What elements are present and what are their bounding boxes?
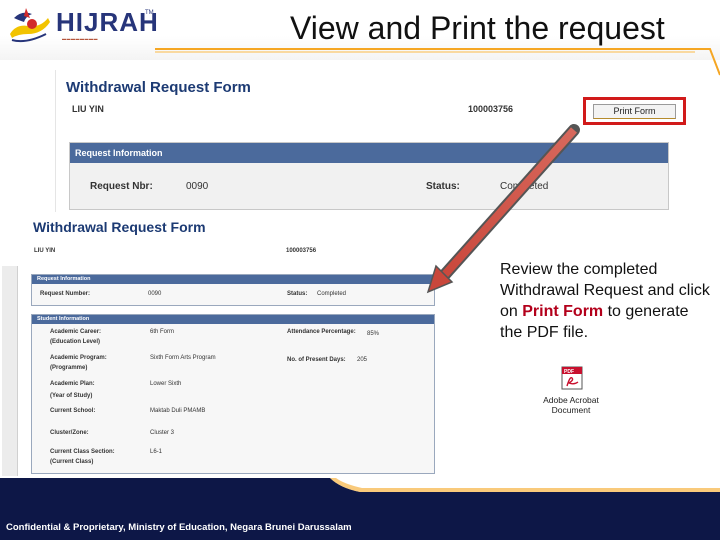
hijrah-logo: HIJRAH TM ▬▬▬▬▬▬▬▬ xyxy=(6,4,159,46)
print-button-highlight: Print Form xyxy=(583,97,686,125)
print-form-button[interactable]: Print Form xyxy=(593,104,676,119)
pdf-student-name: LIU YIN xyxy=(34,248,56,254)
student-id: 100003756 xyxy=(468,104,514,114)
pdf-request-information: Request Information Request Number: 0090… xyxy=(31,274,435,306)
status-value: Completed xyxy=(500,181,549,192)
academic-career-label: Academic Career: xyxy=(50,329,102,335)
instruction-highlight: Print Form xyxy=(522,303,604,320)
attendance-value: 85% xyxy=(367,331,380,337)
viewer-sidebar xyxy=(2,266,18,476)
logo-text: HIJRAH xyxy=(56,7,159,37)
logo-trademark: TM xyxy=(145,10,154,16)
pdf-student-id: 100003756 xyxy=(286,248,317,254)
instruction-text: Review the completed Withdrawal Request … xyxy=(500,259,710,343)
pdf-student-header: Student Information xyxy=(32,315,434,324)
form-screenshot-top: Withdrawal Request Form LIU YIN 10000375… xyxy=(55,70,686,213)
status-label: Status: xyxy=(426,181,460,192)
academic-plan-sub: (Year of Study) xyxy=(50,393,93,399)
form-title: Withdrawal Request Form xyxy=(66,79,251,96)
academic-program-value: Sixth Form Arts Program xyxy=(150,355,216,361)
pdf-file-label[interactable]: Adobe Acrobat Document xyxy=(530,395,612,415)
attendance-label: Attendance Percentage: xyxy=(287,329,356,335)
brunei-emblem-icon xyxy=(10,8,50,43)
pdf-request-number-label: Request Number: xyxy=(40,291,91,297)
cluster-label: Cluster/Zone: xyxy=(50,430,89,436)
pdf-status-value: Completed xyxy=(317,291,347,297)
pdf-student-information: Student Information Academic Career: (Ed… xyxy=(31,314,435,474)
request-information-section: Request Information Request Nbr: 0090 St… xyxy=(69,142,669,210)
cluster-value: Cluster 3 xyxy=(150,430,175,436)
current-school-value: Maktab Duli PMAMB xyxy=(150,408,206,414)
academic-plan-value: Lower Sixth xyxy=(150,381,182,387)
present-days-label: No. of Present Days: xyxy=(287,357,346,363)
class-section-value: L6-1 xyxy=(150,449,163,455)
class-section-sub: (Current Class) xyxy=(50,459,94,465)
academic-program-label: Academic Program: xyxy=(50,355,107,361)
pdf-request-header: Request Information xyxy=(32,275,434,284)
academic-plan-label: Academic Plan: xyxy=(50,381,95,387)
current-school-label: Current School: xyxy=(50,408,96,414)
svg-text:PDF: PDF xyxy=(564,369,574,375)
logo-tagline-graphic: ▬▬▬▬▬▬▬▬ xyxy=(62,36,98,41)
pdf-icon[interactable]: PDF xyxy=(560,366,584,390)
request-nbr-label: Request Nbr: xyxy=(90,181,153,192)
academic-career-sub: (Education Level) xyxy=(50,339,101,345)
request-nbr-value: 0090 xyxy=(186,181,209,192)
class-section-label: Current Class Section: xyxy=(50,449,115,455)
slide-title: View and Print the request xyxy=(290,10,665,46)
pdf-status-label: Status: xyxy=(287,291,308,297)
academic-career-value: 6th Form xyxy=(150,329,175,335)
pdf-screenshot: Withdrawal Request Form LIU YIN 10000375… xyxy=(18,212,438,480)
academic-program-sub: (Programme) xyxy=(50,365,88,371)
pdf-request-number-value: 0090 xyxy=(148,291,162,297)
section-header: Request Information xyxy=(70,143,668,163)
present-days-value: 205 xyxy=(357,357,368,363)
footer-confidential-text: Confidential & Proprietary, Ministry of … xyxy=(6,522,352,533)
pdf-form-title: Withdrawal Request Form xyxy=(33,219,206,235)
student-name: LIU YIN xyxy=(72,104,104,114)
